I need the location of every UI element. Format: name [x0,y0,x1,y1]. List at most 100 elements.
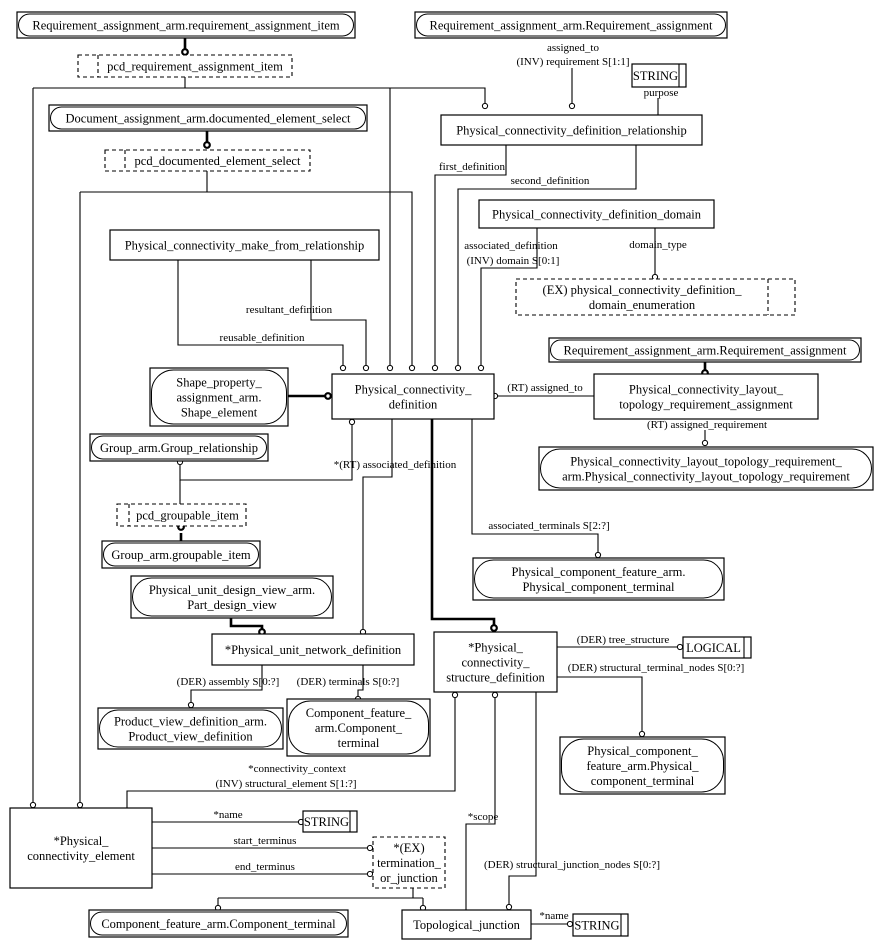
label-start-terminus: start_terminus [234,835,297,847]
entity-label: Component_feature_arm.Component_terminal [101,917,336,931]
line-end-circle [676,643,684,651]
entity-label: Physical_connectivity_definition_relatio… [456,124,687,138]
label-resultant-definition: resultant_definition [246,304,333,316]
entity-box [538,446,874,491]
line-end-circle [431,364,439,372]
entity-pcdr[interactable]: Physical_connectivity_definition_relatio… [440,114,703,146]
entity-cft2[interactable]: Component_feature_arm.Component_terminal [88,909,349,938]
entity-label: Requirement_assignment_arm.requirement_a… [32,19,339,33]
line-end-circle [366,844,374,852]
entity-pcd-groupable[interactable]: pcd_groupable_item [116,503,247,527]
label-assigned-to: assigned_to [547,42,599,54]
label-connectivity-context: *connectivity_context [248,763,346,775]
line-end-circle [386,364,394,372]
entity-label: Document_assignment_arm.documented_eleme… [66,112,352,126]
entity-pcmfr[interactable]: Physical_connectivity_make_from_relation… [109,229,380,261]
entity-label: STRING [304,815,349,829]
entity-string1[interactable]: STRING [631,63,687,88]
entity-label: arm.Physical_connectivity_layout_topolog… [562,470,850,484]
label-end-terminus: end_terminus [235,861,295,873]
label-der-tree-structure: (DER) tree_structure [577,634,670,646]
line-pdv-to-pund [229,618,264,631]
entity-logical[interactable]: LOGICAL [682,636,752,659]
line-toj-branch [217,888,424,906]
line-end-circle [566,920,574,928]
line-end-circle [408,364,416,372]
line-der-structural-terminal-nodes [557,676,643,731]
entity-group-rel[interactable]: Group_arm.Group_relationship [89,433,269,462]
entity-label: structure_definition [446,671,545,685]
entity-pcltr[interactable]: Physical_connectivity_layout_topology_re… [538,446,874,491]
entity-label: Group_arm.groupable_item [111,548,250,562]
entity-enum[interactable]: (EX) physical_connectivity_definition_do… [515,278,796,316]
entity-pcd-doc-sel[interactable]: pcd_documented_element_select [104,149,311,172]
entity-pcd[interactable]: Physical_connectivity_definition [331,373,495,420]
line-end-circle [451,691,459,699]
line-end-circle [29,801,37,809]
entity-label: Physical_connectivity_ [355,383,472,397]
line-pund-subtype [362,419,393,629]
entity-req-assign-mid[interactable]: Requirement_assignment_arm.Requirement_a… [548,337,862,363]
label-first-definition: first_definition [439,161,505,173]
entity-groupable[interactable]: Group_arm.groupable_item [101,540,261,569]
label-reusable-definition: reusable_definition [220,332,305,344]
entity-tj[interactable]: Topological_junction [401,909,532,940]
label-scope: *scope [468,811,499,823]
entity-string3[interactable]: STRING [572,913,629,937]
line-end-circle [505,903,513,911]
entity-label: STRING [574,919,619,933]
entity-doc-sel[interactable]: Document_assignment_arm.documented_eleme… [48,104,368,132]
entity-pcsd[interactable]: *Physical_connectivity_structure_definit… [433,631,558,693]
entity-label: Group_arm.Group_relationship [100,441,258,455]
label-inv-domain: (INV) domain S[0:1] [467,255,560,267]
label-purpose: purpose [644,87,679,99]
entity-label: Physical_unit_design_view_arm. [149,583,315,597]
entity-boxes: Requirement_assignment_arm.requirement_a… [9,11,874,940]
label-tj-name: *name [539,910,568,922]
entity-cft1[interactable]: Component_feature_arm.Component_terminal [286,698,431,757]
line-end-circle [638,730,646,738]
entity-label: Physical_component_terminal [522,580,675,594]
line-end-circle [594,551,602,559]
entity-label: *Physical_ [468,641,524,655]
entity-req-item[interactable]: Requirement_assignment_arm.requirement_a… [16,11,356,39]
entity-string2[interactable]: STRING [302,810,358,833]
line-end-circle [187,701,195,709]
label-der-terminals: (DER) terminals S[0:?] [297,676,400,688]
entity-pund[interactable]: *Physical_unit_network_definition [211,633,415,666]
line-end-circle [362,364,370,372]
entity-shape[interactable]: Shape_property_assignment_arm.Shape_elem… [149,367,289,427]
line-end-circle [568,102,576,110]
entity-label: *Physical_unit_network_definition [225,643,402,657]
entity-pcltra[interactable]: Physical_connectivity_layout_topology_re… [593,373,819,420]
entity-req-assign-top[interactable]: Requirement_assignment_arm.Requirement_a… [414,11,728,39]
entity-label: connectivity_ [461,656,530,670]
line-scope [465,698,496,911]
entity-pce[interactable]: *Physical_connectivity_element [9,807,153,889]
entity-pcdd[interactable]: Physical_connectivity_definition_domain [478,199,715,229]
entity-pcd-req-item[interactable]: pcd_requirement_assignment_item [77,54,293,78]
label-name: *name [213,809,242,821]
entity-label: Product_view_definition [128,730,253,744]
label-associated-definition: associated_definition [464,240,558,252]
entity-label: Component_feature_ [306,706,412,720]
entity-label: pcd_requirement_assignment_item [107,60,283,74]
entity-pct1[interactable]: Physical_component_feature_arm.Physical_… [472,557,725,601]
entity-pct2[interactable]: Physical_component_feature_arm.Physical_… [559,736,726,795]
entity-label: Topological_junction [413,918,520,932]
entity-label: arm.Component_ [315,721,403,735]
label-rt-assigned-requirement: (RT) assigned_requirement [647,419,767,431]
line-end-circle [491,691,499,699]
entity-pvd[interactable]: Product_view_definition_arm.Product_view… [97,707,284,750]
entity-label: (EX) physical_connectivity_definition_ [543,283,743,297]
entity-pdv[interactable]: Physical_unit_design_view_arm.Part_desig… [130,575,334,619]
line-end-circle [366,870,374,878]
line-der-structural-junction-nodes [508,692,537,905]
entity-toj[interactable]: *(EX)termination_or_junction [372,836,446,889]
entity-label: Requirement_assignment_arm.Requirement_a… [564,344,847,358]
entity-label: connectivity_element [27,849,135,863]
entity-box [593,373,819,420]
entity-label: Physical_connectivity_make_from_relation… [125,239,365,253]
entity-label: Part_design_view [187,598,277,612]
entity-label: Shape_element [181,406,258,420]
